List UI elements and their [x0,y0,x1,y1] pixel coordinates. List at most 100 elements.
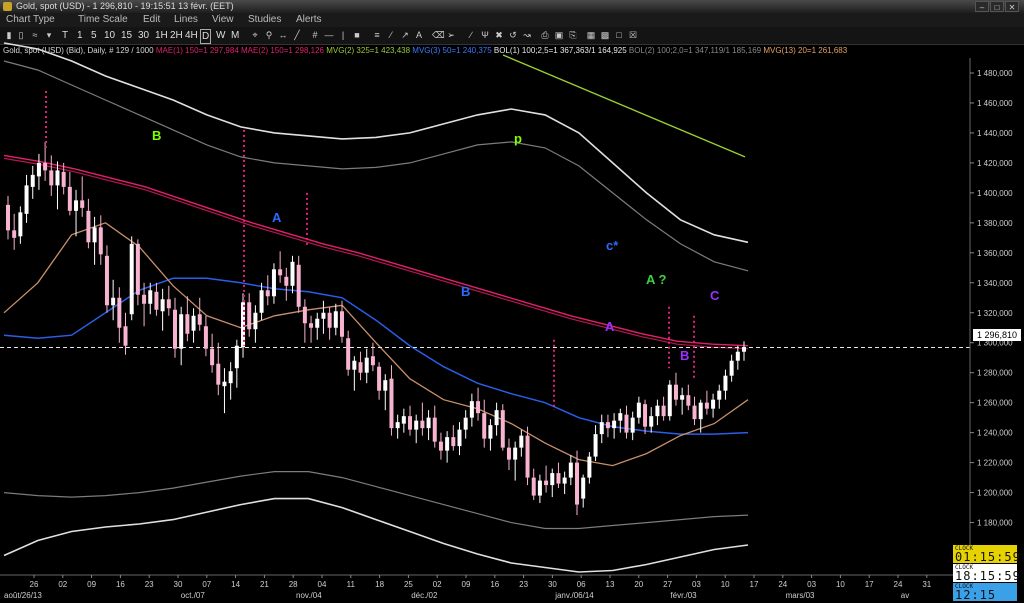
candle-body [61,171,66,187]
candle-body [630,417,635,433]
candle-body [24,185,29,214]
candle-body [698,402,703,420]
candle-body [457,429,462,447]
candle-body [469,401,474,418]
candles [6,141,746,516]
x-tick-label: 24 [778,580,787,589]
candle-body [482,413,487,439]
candle-body [327,312,332,328]
candle-body [309,323,314,328]
candle-body [92,227,97,243]
candle-body [717,390,722,400]
candle-body [531,477,536,496]
candle-body [333,311,338,328]
candle-body [278,269,283,276]
candle-body [550,473,555,486]
candle-body [735,351,740,361]
price-chart[interactable]: 1 160,0001 180,0001 200,0001 220,0001 24… [0,0,1024,603]
x-tick-label: 04 [318,580,327,589]
candle-body [142,294,147,304]
x-tick-label: 07 [202,580,211,589]
candle-body [451,437,456,447]
candle-body [166,299,171,309]
candle-body [98,227,103,255]
candle-body [284,276,289,286]
candle-body [364,357,369,373]
y-tick-label: 1 180,000 [977,519,1013,528]
candle-body [432,417,437,442]
wave-label-a-question: A ? [646,272,667,287]
candle-body [315,318,320,328]
candle-body [742,347,746,352]
candle-body [383,380,388,391]
clock-widget-2[interactable]: CLOCK 18:15:59 [953,564,1020,582]
y-tick-label: 1 400,000 [977,189,1013,198]
wave-label-b-purple: B [680,348,690,363]
x-tick-label: 03 [807,580,816,589]
candle-body [643,404,648,427]
candle-body [581,477,586,499]
candle-body [6,204,10,231]
x-tick-label: 02 [433,580,442,589]
candle-body [339,311,344,337]
candle-body [729,360,734,376]
candle-body [172,309,177,349]
clock-3-value: 12:15 [955,588,997,602]
x-month-label: janv./06/14 [554,591,594,600]
clock-widget-1[interactable]: CLOCK 01:15:59 [953,545,1020,563]
candle-body [228,371,233,384]
candle-body [605,422,610,429]
x-tick-label: 27 [663,580,672,589]
x-tick-label: 28 [289,580,298,589]
candle-body [704,402,709,409]
candle-body [414,420,419,430]
x-tick-label: 09 [462,580,471,589]
y-tick-label: 1 220,000 [977,459,1013,468]
candle-body [494,410,499,426]
candle-body [420,420,425,429]
candle-body [191,315,196,331]
x-month-label: oct./07 [181,591,206,600]
candle-body [667,384,672,417]
y-tick-label: 1 260,000 [977,399,1013,408]
x-month-label: août/26/13 [4,591,42,600]
clock-widget-3[interactable]: CLOCK 12:15 [953,583,1017,601]
candle-body [74,200,79,211]
candle-body [624,414,629,433]
x-tick-label: 21 [260,580,269,589]
bollinger-2-upper [3,60,749,272]
x-tick-label: 25 [404,580,413,589]
indicator-lines [0,42,970,573]
candle-body [445,437,450,451]
y-axis: 1 160,0001 180,0001 200,0001 220,0001 24… [969,58,1013,575]
candle-body [86,210,91,243]
candle-body [302,306,307,324]
candle-body [686,395,691,406]
last-price-value: 1 296,810 [977,330,1018,340]
candle-body [562,477,567,484]
wave-label-b-blue: B [461,284,471,299]
candle-body [426,417,431,429]
candle-body [265,290,270,297]
candle-body [216,363,221,385]
candle-body [711,399,716,409]
candle-body [358,362,363,373]
candle-body [117,297,122,328]
candle-body [49,170,54,186]
candle-body [636,402,641,418]
x-tick-label: 30 [174,580,183,589]
mvg-50-line [3,277,749,435]
candle-body [506,447,511,460]
candle-body [401,416,406,424]
candle-body [296,264,301,307]
last-price-tag: 1 296,810 [973,329,1021,341]
y-tick-label: 1 200,000 [977,489,1013,498]
candle-body [513,447,518,460]
x-tick-label: 02 [58,580,67,589]
candle-body [43,162,48,171]
x-tick-label: 31 [922,580,931,589]
x-tick-label: 09 [87,580,96,589]
candle-body [30,174,35,187]
x-month-label: mars/03 [786,591,815,600]
candle-body [18,212,23,237]
